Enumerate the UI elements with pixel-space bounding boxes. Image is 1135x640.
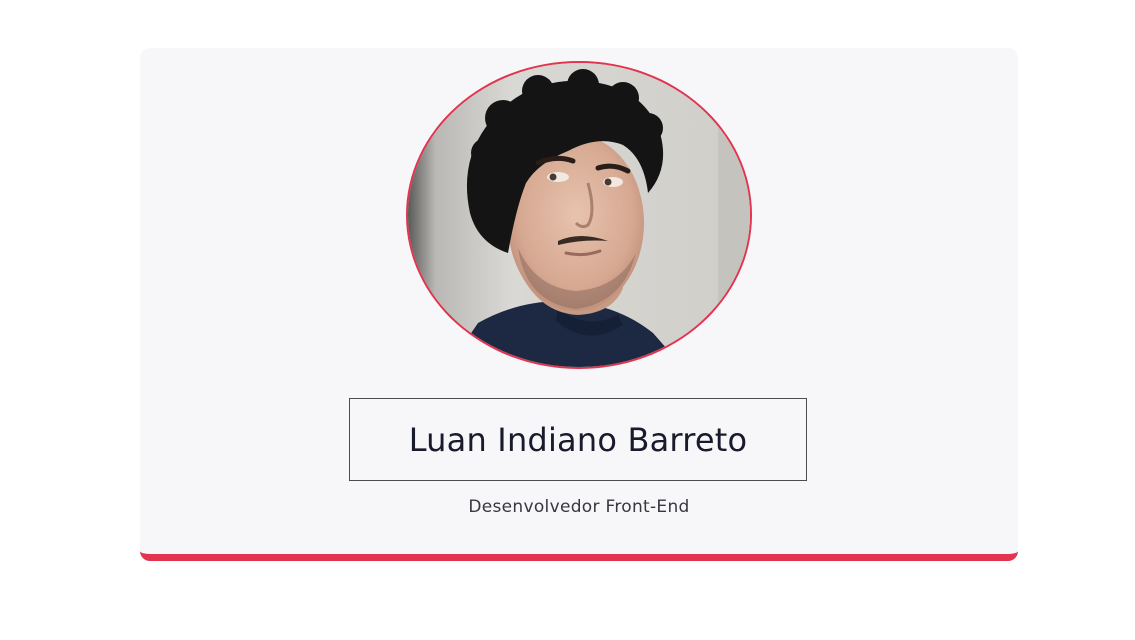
name-box: Luan Indiano Barreto: [349, 398, 807, 481]
profile-role: Desenvolvedor Front-End: [468, 497, 690, 517]
profile-photo: [406, 61, 752, 369]
profile-card: Luan Indiano Barreto Desenvolvedor Front…: [140, 48, 1018, 561]
profile-photo-image: [408, 63, 750, 367]
profile-name: Luan Indiano Barreto: [408, 420, 748, 459]
